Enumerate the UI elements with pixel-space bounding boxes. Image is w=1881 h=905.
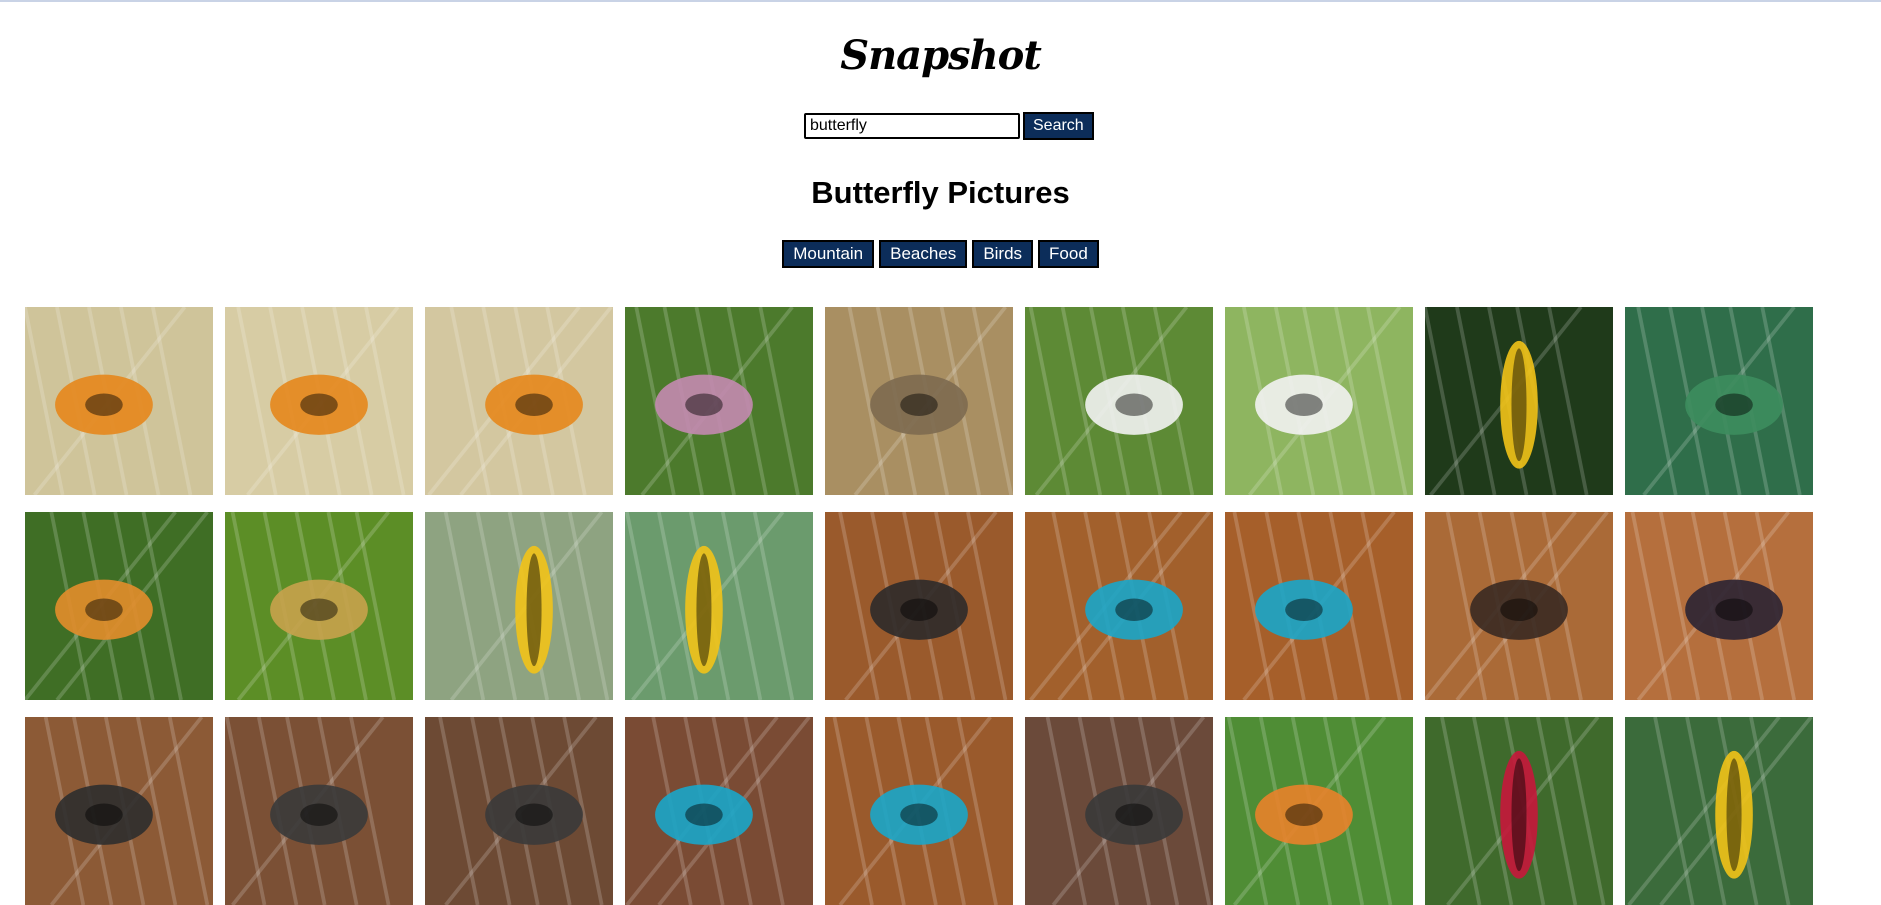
photo-butterfly-on-pink-flower[interactable]	[625, 307, 813, 495]
photo-butterfly-on-ground[interactable]	[225, 717, 413, 905]
category-button-food[interactable]: Food	[1038, 240, 1099, 268]
photo-monarch-caterpillar[interactable]	[1625, 717, 1813, 905]
photo-gulf-fritillary-butterfly[interactable]	[425, 307, 613, 495]
photo-dark-butterfly-on-leaf[interactable]	[1425, 512, 1613, 700]
photo-blue-butterfly-on-leaf[interactable]	[1025, 512, 1213, 700]
search-form: Search	[804, 111, 1104, 141]
app-logo: Snapshot	[840, 32, 1042, 79]
photo-caterpillar-red-flowers[interactable]	[1425, 717, 1613, 905]
photo-dark-butterfly-on-leaf[interactable]	[1625, 512, 1813, 700]
photo-hairstreak-butterfly[interactable]	[225, 512, 413, 700]
photo-blue-butterfly-closeup[interactable]	[825, 717, 1013, 905]
photo-marbled-white-butterfly[interactable]	[1225, 307, 1413, 495]
category-buttons: Mountain Beaches Birds Food	[0, 240, 1881, 268]
photo-butterfly-on-ground[interactable]	[425, 717, 613, 905]
top-border	[0, 0, 1881, 2]
category-button-mountain[interactable]: Mountain	[782, 240, 875, 268]
photo-butterfly-on-ground[interactable]	[1025, 717, 1213, 905]
photo-gulf-fritillary-butterfly[interactable]	[225, 307, 413, 495]
photo-comma-butterfly-on-leaves[interactable]	[1225, 717, 1413, 905]
photo-gulf-fritillary-butterfly[interactable]	[25, 307, 213, 495]
photo-orange-butterfly-on-flowers[interactable]	[25, 512, 213, 700]
photo-curve-billed-thrasher-bird[interactable]	[825, 307, 1013, 495]
photo-monarch-caterpillar[interactable]	[425, 512, 613, 700]
search-input[interactable]	[804, 113, 1020, 139]
category-button-birds[interactable]: Birds	[972, 240, 1034, 268]
photo-dark-butterfly-on-leaf[interactable]	[825, 512, 1013, 700]
photo-monarch-caterpillar[interactable]	[625, 512, 813, 700]
search-button[interactable]: Search	[1023, 112, 1094, 140]
photo-marbled-white-butterfly[interactable]	[1025, 307, 1213, 495]
category-button-beaches[interactable]: Beaches	[879, 240, 968, 268]
photo-blue-butterfly-closeup[interactable]	[625, 717, 813, 905]
photo-grid	[25, 307, 1813, 905]
photo-green-leaves[interactable]	[1625, 307, 1813, 495]
photo-blue-butterfly-on-leaf[interactable]	[1225, 512, 1413, 700]
page-title: Butterfly Pictures	[811, 175, 1070, 210]
photo-monarch-caterpillar[interactable]	[1425, 307, 1613, 495]
photo-butterfly-on-ground[interactable]	[25, 717, 213, 905]
